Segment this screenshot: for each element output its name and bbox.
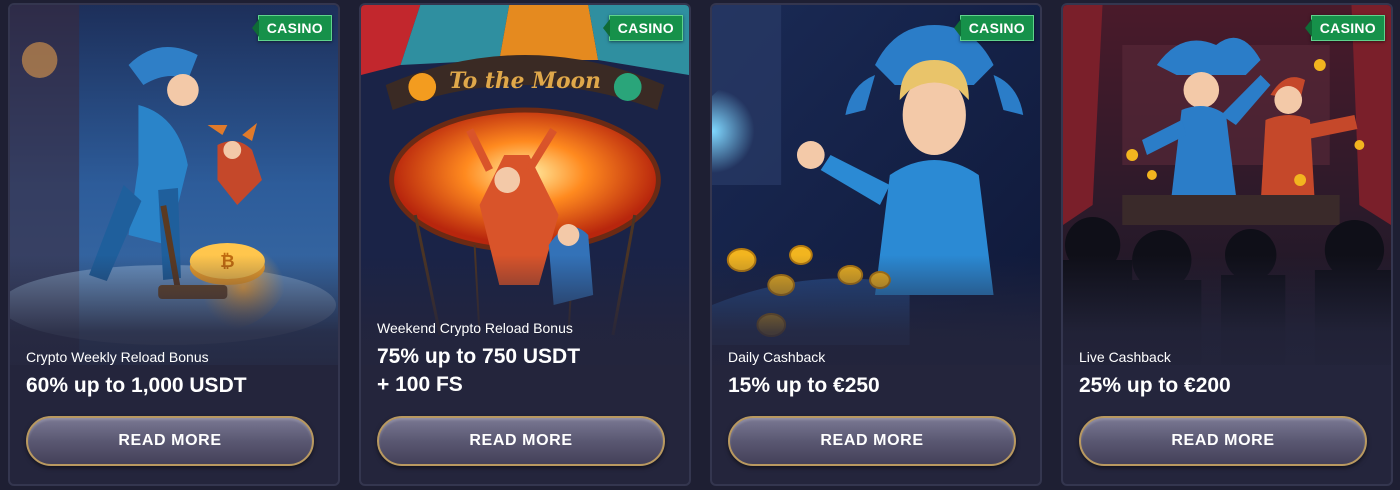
promo-subtitle: Weekend Crypto Reload Bonus	[377, 320, 573, 336]
promo-subtitle: Daily Cashback	[728, 349, 826, 365]
casino-badge: CASINO	[602, 15, 683, 41]
promo-offer-line-2: + 100 FS	[377, 373, 463, 396]
promo-text: Daily Cashback 15% up to €250	[728, 348, 1028, 400]
casino-badge: CASINO	[953, 15, 1034, 41]
promo-text: Crypto Weekly Reload Bonus 60% up to 1,0…	[26, 348, 326, 400]
casino-badge: CASINO	[1304, 15, 1385, 41]
promo-subtitle: Live Cashback	[1079, 349, 1171, 365]
read-more-button[interactable]: READ MORE	[377, 416, 665, 466]
promo-offer: 60% up to 1,000 USDT	[26, 374, 247, 397]
promo-card-weekend-crypto-reload[interactable]: To the Moon CASINO Weekend Crypto Reload…	[359, 3, 691, 486]
read-more-button[interactable]: READ MORE	[728, 416, 1016, 466]
promotions-row: ₿ CASINO Crypto Weekly Reload Bonus 60% …	[0, 0, 1400, 490]
read-more-button[interactable]: READ MORE	[26, 416, 314, 466]
promo-offer: 25% up to €200	[1079, 374, 1231, 397]
promo-text: Live Cashback 25% up to €200	[1079, 348, 1379, 400]
casino-badge: CASINO	[251, 15, 332, 41]
promo-subtitle: Crypto Weekly Reload Bonus	[26, 349, 209, 365]
promo-offer-line-1: 75% up to 750 USDT	[377, 345, 581, 368]
promo-offer: 15% up to €250	[728, 374, 880, 397]
promo-card-daily-cashback[interactable]: CASINO Daily Cashback 15% up to €250 REA…	[710, 3, 1042, 486]
promo-card-crypto-weekly-reload[interactable]: ₿ CASINO Crypto Weekly Reload Bonus 60% …	[8, 3, 340, 486]
promo-card-live-cashback[interactable]: CASINO Live Cashback 25% up to €200 READ…	[1061, 3, 1393, 486]
balloon-banner-text: To the Moon	[449, 68, 601, 94]
promo-text: Weekend Crypto Reload Bonus 75% up to 75…	[377, 319, 677, 399]
read-more-button[interactable]: READ MORE	[1079, 416, 1367, 466]
